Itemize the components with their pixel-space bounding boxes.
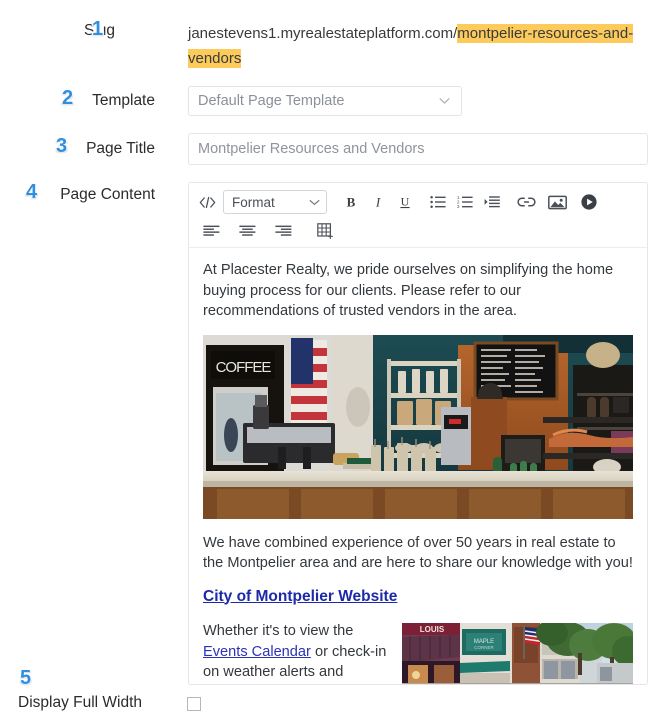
- content-link-paragraph: City of Montpelier Website: [203, 587, 633, 608]
- unordered-list-icon[interactable]: [424, 189, 451, 215]
- align-left-icon[interactable]: [195, 218, 227, 244]
- page-title-input[interactable]: Montpelier Resources and Vendors: [188, 133, 648, 165]
- bold-icon[interactable]: B: [337, 189, 364, 215]
- slug-value: janestevens1.myrealestateplatform.com/mo…: [188, 21, 650, 71]
- editor-toolbar: Format B I U 1 2 3: [189, 183, 647, 248]
- video-icon[interactable]: [573, 189, 605, 215]
- slug-domain: janestevens1.myrealestateplatform.com/: [188, 25, 458, 42]
- svg-text:CORNER: CORNER: [474, 645, 494, 650]
- rich-text-editor: Format B I U 1 2 3 At Placester Realty, …: [188, 182, 648, 685]
- svg-text:LOUIS: LOUIS: [420, 625, 445, 634]
- chevron-down-icon: [439, 98, 450, 104]
- step-number-2: 2: [62, 87, 74, 109]
- content-paragraph-1: At Placester Realty, we pride ourselves …: [203, 262, 614, 319]
- ordered-list-icon[interactable]: 1 2 3: [451, 189, 478, 215]
- events-calendar-link[interactable]: Events Calendar: [203, 644, 311, 660]
- svg-text:3: 3: [457, 204, 460, 209]
- format-dropdown[interactable]: Format: [223, 190, 327, 214]
- page-title-value: Montpelier Resources and Vendors: [198, 141, 425, 157]
- template-selected-value: Default Page Template: [198, 93, 345, 109]
- svg-text:U: U: [400, 195, 409, 209]
- chevron-down-icon: [309, 199, 320, 205]
- insert-table-icon[interactable]: [309, 218, 341, 244]
- montpelier-street-storefronts-photo: LOUIS MAPLE CORNER: [402, 623, 633, 684]
- page-title-label: Page Title: [86, 140, 155, 157]
- svg-text:COFFEE: COFFEE: [216, 359, 272, 376]
- format-dropdown-label: Format: [232, 194, 275, 210]
- coffee-shop-interior-photo: COFFEE: [203, 334, 633, 519]
- step-number-5: 5: [20, 667, 32, 689]
- city-of-montpelier-website-link[interactable]: City of Montpelier Website: [203, 588, 397, 605]
- link-icon[interactable]: [511, 189, 541, 215]
- template-label: Template: [92, 92, 155, 109]
- content-paragraph-2: We have combined experience of over 50 y…: [203, 534, 633, 572]
- toolbar-row-2: [189, 217, 647, 245]
- image-icon[interactable]: [541, 189, 573, 215]
- content-paragraph-3-text-before: Whether it's to view the: [203, 623, 354, 639]
- svg-text:I: I: [374, 195, 380, 210]
- italic-icon[interactable]: I: [364, 189, 391, 215]
- underline-icon[interactable]: U: [391, 189, 418, 215]
- align-right-icon[interactable]: [267, 218, 299, 244]
- svg-text:B: B: [346, 195, 355, 210]
- indent-icon[interactable]: [478, 189, 505, 215]
- step-number-4: 4: [26, 181, 38, 203]
- display-full-width-checkbox[interactable]: [187, 697, 201, 711]
- step-number-1: 1: [92, 18, 104, 40]
- editor-content-area[interactable]: At Placester Realty, we pride ourselves …: [189, 248, 647, 684]
- display-full-width-label: Display Full Width: [18, 694, 143, 711]
- page-editor-form: 1 Slug janestevens1.myrealestateplatform…: [0, 0, 662, 727]
- step-number-3: 3: [56, 135, 68, 157]
- align-center-icon[interactable]: [231, 218, 263, 244]
- code-view-icon[interactable]: [195, 189, 219, 215]
- toolbar-row-1: Format B I U 1 2 3: [189, 187, 647, 217]
- template-select[interactable]: Default Page Template: [188, 86, 462, 116]
